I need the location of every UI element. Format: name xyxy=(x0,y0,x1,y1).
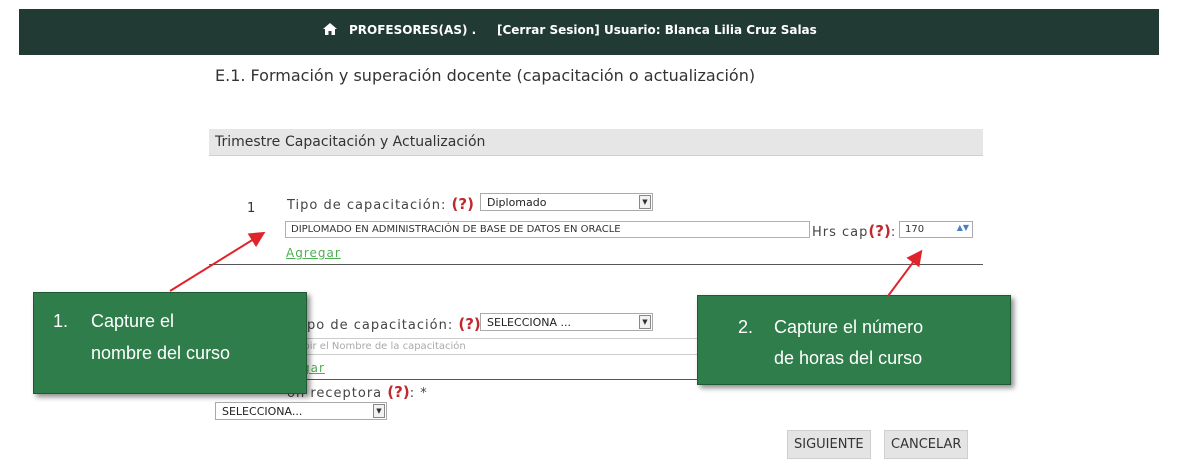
siguiente-button[interactable]: SIGUIENTE xyxy=(787,430,871,459)
help-icon[interactable]: (?) xyxy=(387,383,409,401)
hrs-cap-label: Hrs cap(?): xyxy=(812,222,897,240)
tipo-capacitacion-select-2[interactable]: SELECCIONA ... ▼ xyxy=(480,313,653,331)
institucion-receptora-select[interactable]: SELECCIONA... ▼ xyxy=(215,402,387,420)
arrow-to-hours-input xyxy=(887,249,923,297)
column-capacitacion: Capacitación y Actualización xyxy=(285,134,486,150)
select-value: Diplomado xyxy=(487,196,547,209)
agregar-link[interactable]: Agregar xyxy=(286,246,341,260)
home-icon[interactable] xyxy=(322,21,338,37)
chevron-down-icon[interactable]: ▼ xyxy=(639,195,651,209)
hrs-cap-value: 170 xyxy=(905,224,925,235)
column-trimestre: Trimestre xyxy=(215,134,281,150)
tipo-capacitacion-label-2: po de capacitación: (?) xyxy=(307,315,481,333)
top-nav-bar: PROFESORES(AS) . [Cerrar Sesion] Usuario… xyxy=(19,9,1159,55)
table-header: Trimestre Capacitación y Actualización xyxy=(209,129,983,156)
help-icon[interactable]: (?) xyxy=(868,222,890,240)
callout-capture-hours: 2. Capture el número de horas del curso xyxy=(697,295,1011,385)
hrs-cap-stepper[interactable]: 170 ▲▼ xyxy=(899,221,973,238)
row-divider xyxy=(209,264,983,265)
tipo-capacitacion-label: Tipo de capacitación: (?) xyxy=(287,195,474,213)
tipo-capacitacion-select[interactable]: Diplomado ▼ xyxy=(480,193,653,211)
page-title: E.1. Formación y superación docente (cap… xyxy=(215,66,756,85)
institucion-receptora-label: ón receptora (?): * xyxy=(287,383,428,401)
help-icon[interactable]: (?) xyxy=(458,315,480,333)
nombre-capacitacion-input[interactable]: DIPLOMADO EN ADMINISTRACIÓN DE BASE DE D… xyxy=(285,221,810,238)
callout-number: 2. xyxy=(738,317,754,337)
callout-line: Capture el número xyxy=(774,317,924,337)
select-value: SELECCIONA ... xyxy=(487,316,572,329)
nombre-capacitacion-input-2[interactable]: cribir el Nombre de la capacitación xyxy=(285,338,705,355)
chevron-down-icon[interactable]: ▼ xyxy=(639,315,651,329)
callout-number: 1. xyxy=(53,311,69,331)
cancelar-button[interactable]: CANCELAR xyxy=(884,430,969,459)
callout-line: nombre del curso xyxy=(91,343,231,363)
select-value: SELECCIONA... xyxy=(222,405,303,418)
arrow-to-name-input xyxy=(169,231,266,292)
row-number: 1 xyxy=(247,201,256,216)
chevron-down-icon[interactable]: ▼ xyxy=(373,404,385,418)
nav-section-link[interactable]: PROFESORES(AS) . xyxy=(349,23,476,37)
callout-capture-name: 1. Capture el nombre del curso xyxy=(33,292,307,394)
spinner-icon[interactable]: ▲▼ xyxy=(957,223,969,232)
callout-line: de horas del curso xyxy=(774,348,923,368)
help-icon[interactable]: (?) xyxy=(452,195,474,213)
callout-line: Capture el xyxy=(91,311,175,331)
session-info[interactable]: [Cerrar Sesion] Usuario: Blanca Lilia Cr… xyxy=(497,23,817,37)
